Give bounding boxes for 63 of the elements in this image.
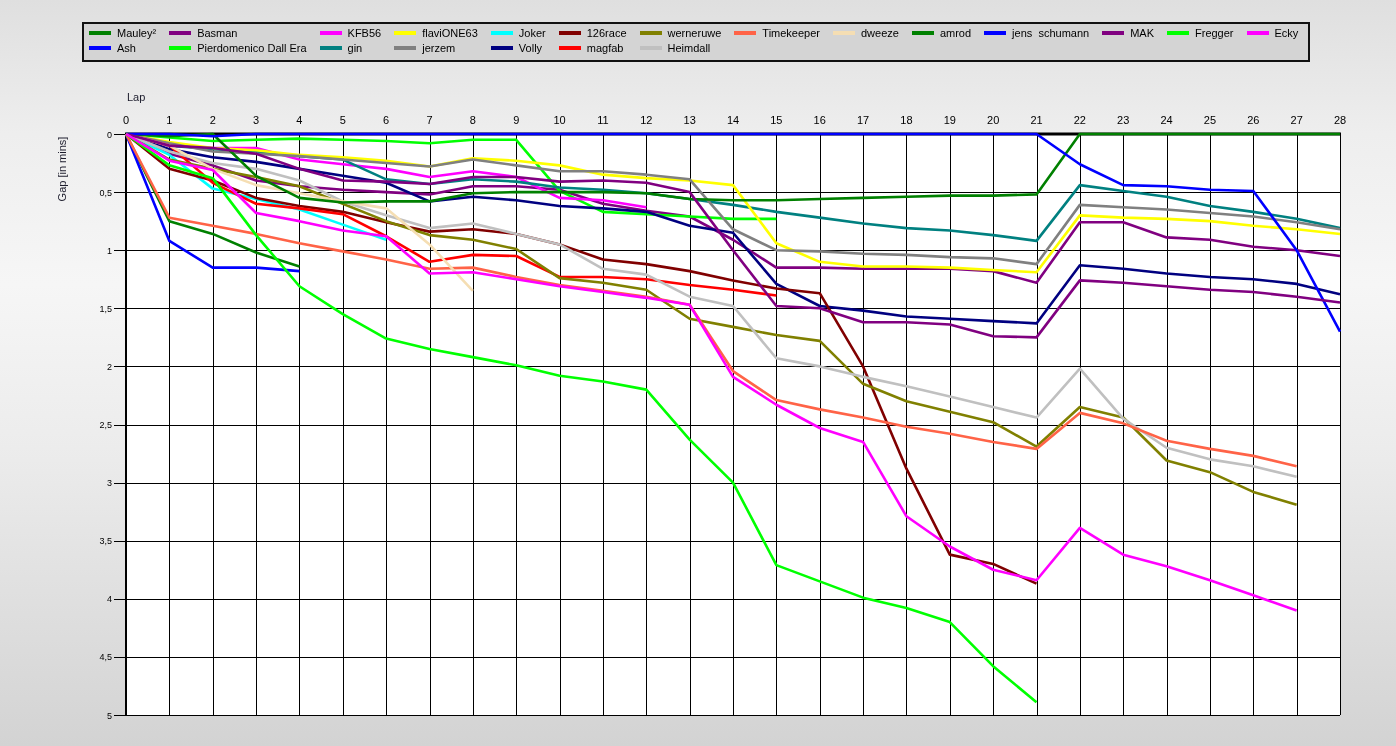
legend-label: jerzem: [422, 40, 456, 55]
x-tick-label: 4: [296, 114, 303, 126]
y-tick-label: 4,5: [99, 652, 112, 663]
legend-label: Timekeeper: [762, 25, 820, 40]
legend-label: magfab: [586, 40, 624, 55]
x-tick-label: 19: [943, 114, 956, 126]
x-tick-label: 24: [1160, 114, 1173, 126]
legend-label: Basman: [197, 25, 238, 40]
y-tick-label: 3: [107, 478, 112, 489]
legend-label: gin: [347, 40, 363, 55]
x-tick-label: 15: [770, 114, 783, 126]
legend-label: Joker: [518, 25, 546, 40]
x-tick-label: 7: [426, 114, 433, 126]
x-tick-label: 26: [1247, 114, 1260, 126]
x-tick-label: 22: [1073, 114, 1086, 126]
y-tick-label: 5: [107, 710, 112, 721]
x-tick-label: 1: [166, 114, 173, 126]
y-axis-title: Gap [in mins]: [56, 136, 68, 202]
x-tick-label: 10: [553, 114, 566, 126]
y-tick-label: 3,5: [99, 536, 112, 547]
y-tick-label: 0,5: [99, 187, 112, 198]
x-tick-label: 9: [513, 114, 520, 126]
legend-label: Pierdomenico Dall Era: [197, 40, 307, 55]
x-tick-label: 3: [253, 114, 260, 126]
y-tick-label: 1: [107, 245, 112, 256]
legend-label: Ash: [117, 40, 136, 55]
x-tick-label: 14: [726, 114, 740, 126]
legend-label: Mauley²: [117, 25, 157, 40]
x-tick-label: 27: [1290, 114, 1303, 126]
x-tick-label: 5: [339, 114, 346, 126]
x-tick-label: 12: [640, 114, 653, 126]
legend-label: dweeze: [861, 25, 899, 40]
legend-label: KFB56: [347, 25, 382, 40]
y-tick-label: 2: [107, 361, 112, 372]
x-tick-label: 25: [1203, 114, 1217, 126]
x-tick-label: 0: [122, 114, 130, 126]
y-tick-label: 2,5: [99, 420, 112, 430]
x-tick-label: 11: [597, 114, 609, 126]
legend-label: Fregger: [1195, 25, 1234, 40]
x-tick-label: 23: [1117, 114, 1130, 126]
x-tick-label: 16: [813, 114, 826, 126]
x-tick-label: 28: [1333, 114, 1347, 126]
x-tick-label: 13: [683, 114, 696, 126]
legend-label: Heimdall: [667, 40, 711, 55]
legend-label: werneruwe: [667, 25, 722, 40]
x-tick-label: 2: [209, 114, 216, 126]
x-tick-label: 8: [469, 114, 476, 126]
x-tick-label: 20: [987, 114, 1000, 126]
legend-label: MAK: [1130, 25, 1154, 40]
legend-label: jens schumann: [1012, 25, 1090, 40]
legend-label: Ecky: [1274, 25, 1299, 40]
x-tick-label: 17: [856, 114, 870, 126]
x-tick-label: 21: [1030, 114, 1043, 126]
legend-label: amrod: [939, 25, 972, 40]
x-axis-title: Lap: [127, 91, 146, 103]
legend-label: Volly: [518, 40, 543, 55]
y-tick-label: 1,5: [99, 303, 112, 314]
y-tick-label: 4: [107, 594, 112, 605]
legend-label: 126race: [586, 25, 627, 40]
y-tick-label: 0: [107, 129, 112, 140]
legend-label: flaviONE63: [422, 25, 478, 40]
x-tick-label: 18: [900, 114, 913, 126]
x-tick-label: 6: [383, 114, 390, 126]
